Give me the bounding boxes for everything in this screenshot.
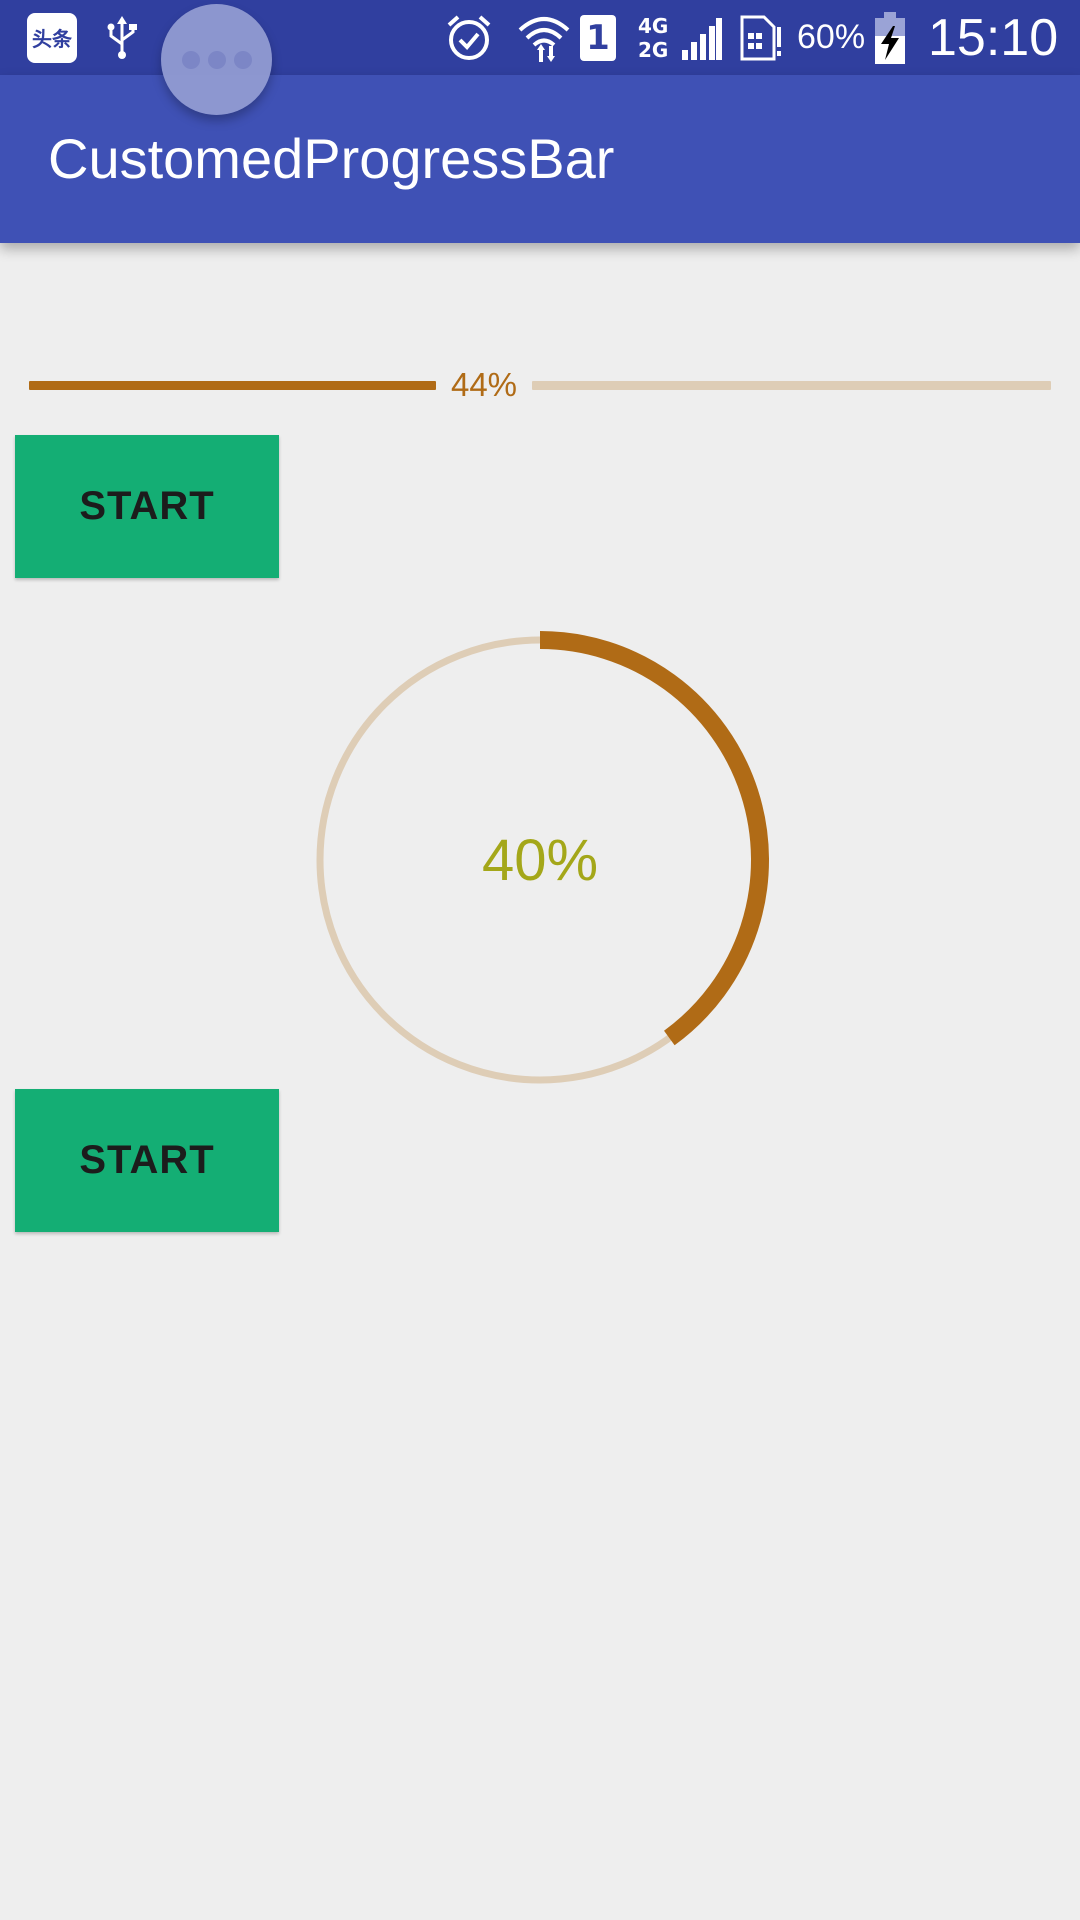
signal-icon — [682, 0, 722, 75]
floating-menu-button[interactable] — [161, 4, 272, 115]
app-bar: CustomedProgressBar — [0, 75, 1080, 243]
screen: 头条 1 4G 2G 60% 15:10 CustomedProgressBar… — [0, 0, 1080, 1920]
battery-charging-icon — [873, 0, 907, 75]
sim-slot-label: 1 — [580, 14, 616, 61]
menu-dot-icon — [207, 50, 226, 69]
usb-icon — [105, 0, 139, 75]
alarm-icon — [445, 0, 493, 75]
clock: 15:10 — [928, 8, 1059, 67]
battery-percent: 60% — [797, 18, 866, 56]
sim1-icon: 1 — [580, 0, 616, 75]
progress-percent-label: 44% — [450, 366, 518, 403]
app-notification-label: 头条 — [27, 12, 77, 63]
wifi-icon — [518, 0, 570, 75]
horizontal-progress-bar: 44% — [29, 366, 1051, 403]
start-button-circular[interactable]: START — [15, 1089, 279, 1232]
network-type-2g: 2G — [638, 37, 669, 62]
start-button-horizontal[interactable]: START — [15, 435, 279, 578]
network-type: 4G 2G — [638, 0, 668, 75]
network-type-4g: 4G — [638, 13, 669, 38]
progress-unreached-segment — [532, 381, 1051, 390]
app-title: CustomedProgressBar — [48, 127, 615, 190]
toutiao-app-icon: 头条 — [27, 0, 77, 75]
sim-card-icon — [738, 0, 782, 75]
circle-percent-label: 40% — [481, 827, 599, 893]
menu-dot-icon — [233, 50, 252, 69]
progress-reached-segment — [29, 381, 436, 390]
menu-dot-icon — [181, 50, 200, 69]
circular-progress-bar: 40% — [310, 630, 770, 1090]
